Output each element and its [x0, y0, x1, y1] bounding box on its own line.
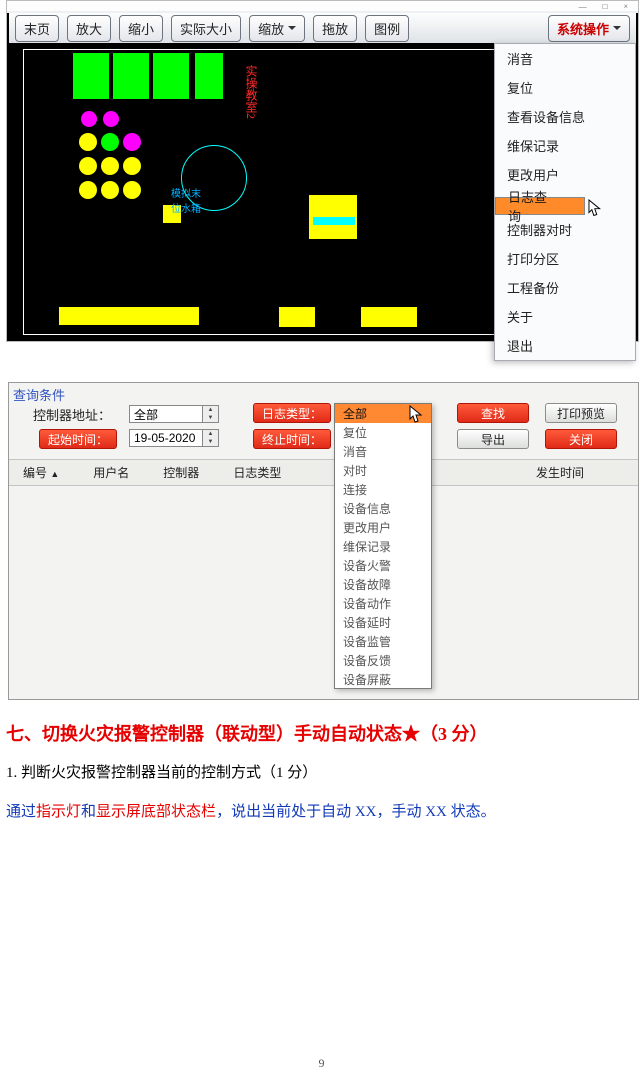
- menu-item-mute[interactable]: 消音: [495, 44, 635, 73]
- dropdown-item[interactable]: 设备故障: [335, 575, 431, 594]
- system-operation-dropdown[interactable]: 系统操作: [548, 15, 630, 42]
- input-start-time[interactable]: 19-05-2020 ▲▼: [129, 429, 219, 447]
- room-label: 实操教室2: [243, 65, 260, 119]
- zoom-out-button[interactable]: 缩小: [119, 15, 163, 42]
- device-label: 模拟末 位水箱: [171, 185, 201, 215]
- groupbox-title: 查询条件: [13, 385, 65, 404]
- menu-item-time-sync[interactable]: 控制器对时: [495, 215, 635, 244]
- label-log-type: 日志类型：: [253, 403, 331, 423]
- home-button[interactable]: 末页: [15, 15, 59, 42]
- dropdown-item[interactable]: 设备信息: [335, 499, 431, 518]
- col-username[interactable]: 用户名: [93, 464, 129, 481]
- cursor-icon: [409, 405, 423, 423]
- dropdown-item[interactable]: 设备火警: [335, 556, 431, 575]
- menu-item-project-backup[interactable]: 工程备份: [495, 273, 635, 302]
- col-time[interactable]: 发生时间: [536, 464, 584, 481]
- menu-item-log-query[interactable]: 日志查询: [495, 197, 585, 215]
- system-operation-menu: 消音 复位 查看设备信息 维保记录 更改用户 日志查询 控制器对时 打印分区 工…: [494, 43, 636, 361]
- dropdown-item[interactable]: 更改用户: [335, 518, 431, 537]
- dropdown-item[interactable]: 设备屏蔽: [335, 670, 431, 689]
- dropdown-item[interactable]: 设备延时: [335, 613, 431, 632]
- window-titlebar: — □ ×: [7, 1, 638, 11]
- dropdown-item[interactable]: 对时: [335, 461, 431, 480]
- dropdown-item[interactable]: 维保记录: [335, 537, 431, 556]
- step-1: 1. 判断火灾报警控制器当前的控制方式（1 分）: [6, 760, 643, 787]
- table-header: 编号 ▲ 用户名 控制器 日志类型 发生时间: [9, 459, 638, 486]
- screenshot-log-query-dialog: 查询条件 控制器地址： 全部 ▲▼ 日志类型： 查找 打印预览 起始时间： 19…: [8, 382, 639, 700]
- log-type-dropdown-list[interactable]: 全部 复位 消音 对时 连接 设备信息 更改用户 维保记录 设备火警 设备故障 …: [334, 403, 432, 689]
- select-controller-address[interactable]: 全部 ▲▼: [129, 405, 219, 423]
- zoom-in-button[interactable]: 放大: [67, 15, 111, 42]
- minimize-icon[interactable]: —: [579, 2, 587, 11]
- col-log-type[interactable]: 日志类型: [233, 464, 281, 481]
- close-icon[interactable]: ×: [623, 2, 628, 11]
- dropdown-item[interactable]: 设备监管: [335, 632, 431, 651]
- spinner-icon[interactable]: ▲▼: [202, 430, 218, 446]
- maximize-icon[interactable]: □: [603, 2, 608, 11]
- dropdown-item[interactable]: 设备动作: [335, 594, 431, 613]
- menu-item-device-info[interactable]: 查看设备信息: [495, 102, 635, 131]
- label-end-time: 终止时间：: [253, 429, 331, 449]
- col-no[interactable]: 编号 ▲: [23, 464, 59, 481]
- label-controller-address: 控制器地址：: [33, 408, 111, 423]
- spinner-icon[interactable]: ▲▼: [202, 406, 218, 422]
- step-1-detail: 通过指示灯和显示屏底部状态栏，说出当前处于自动 XX，手动 XX 状态。: [6, 799, 643, 826]
- legend-button[interactable]: 图例: [365, 15, 409, 42]
- menu-item-maintenance-record[interactable]: 维保记录: [495, 131, 635, 160]
- label-start-time: 起始时间：: [39, 429, 117, 449]
- export-button[interactable]: 导出: [457, 429, 529, 449]
- dropdown-item[interactable]: 复位: [335, 423, 431, 442]
- dropdown-item[interactable]: 消音: [335, 442, 431, 461]
- menu-item-print-zone[interactable]: 打印分区: [495, 244, 635, 273]
- menu-item-reset[interactable]: 复位: [495, 73, 635, 102]
- dropdown-item[interactable]: 连接: [335, 480, 431, 499]
- screenshot-cad-system-menu: — □ × 末页 放大 缩小 实际大小 缩放 拖放 图例 系统操作: [6, 0, 639, 342]
- page-number: 9: [0, 1056, 643, 1071]
- menu-item-about[interactable]: 关于: [495, 302, 635, 331]
- menu-item-change-user[interactable]: 更改用户: [495, 160, 635, 189]
- print-preview-button[interactable]: 打印预览: [545, 403, 617, 423]
- section-heading: 七、切换火灾报警控制器（联动型）手动自动状态★（3 分）: [6, 720, 643, 746]
- cursor-icon: [588, 199, 602, 217]
- dropdown-item[interactable]: 设备反馈: [335, 651, 431, 670]
- toolbar: 末页 放大 缩小 实际大小 缩放 拖放 图例 系统操作: [9, 13, 636, 43]
- scale-dropdown[interactable]: 缩放: [249, 15, 305, 42]
- find-button[interactable]: 查找: [457, 403, 529, 423]
- col-controller[interactable]: 控制器: [163, 464, 199, 481]
- menu-item-exit[interactable]: 退出: [495, 331, 635, 360]
- input-value: 19-05-2020: [134, 431, 195, 445]
- pan-button[interactable]: 拖放: [313, 15, 357, 42]
- select-value: 全部: [134, 406, 158, 423]
- close-button[interactable]: 关闭: [545, 429, 617, 449]
- actual-size-button[interactable]: 实际大小: [171, 15, 241, 42]
